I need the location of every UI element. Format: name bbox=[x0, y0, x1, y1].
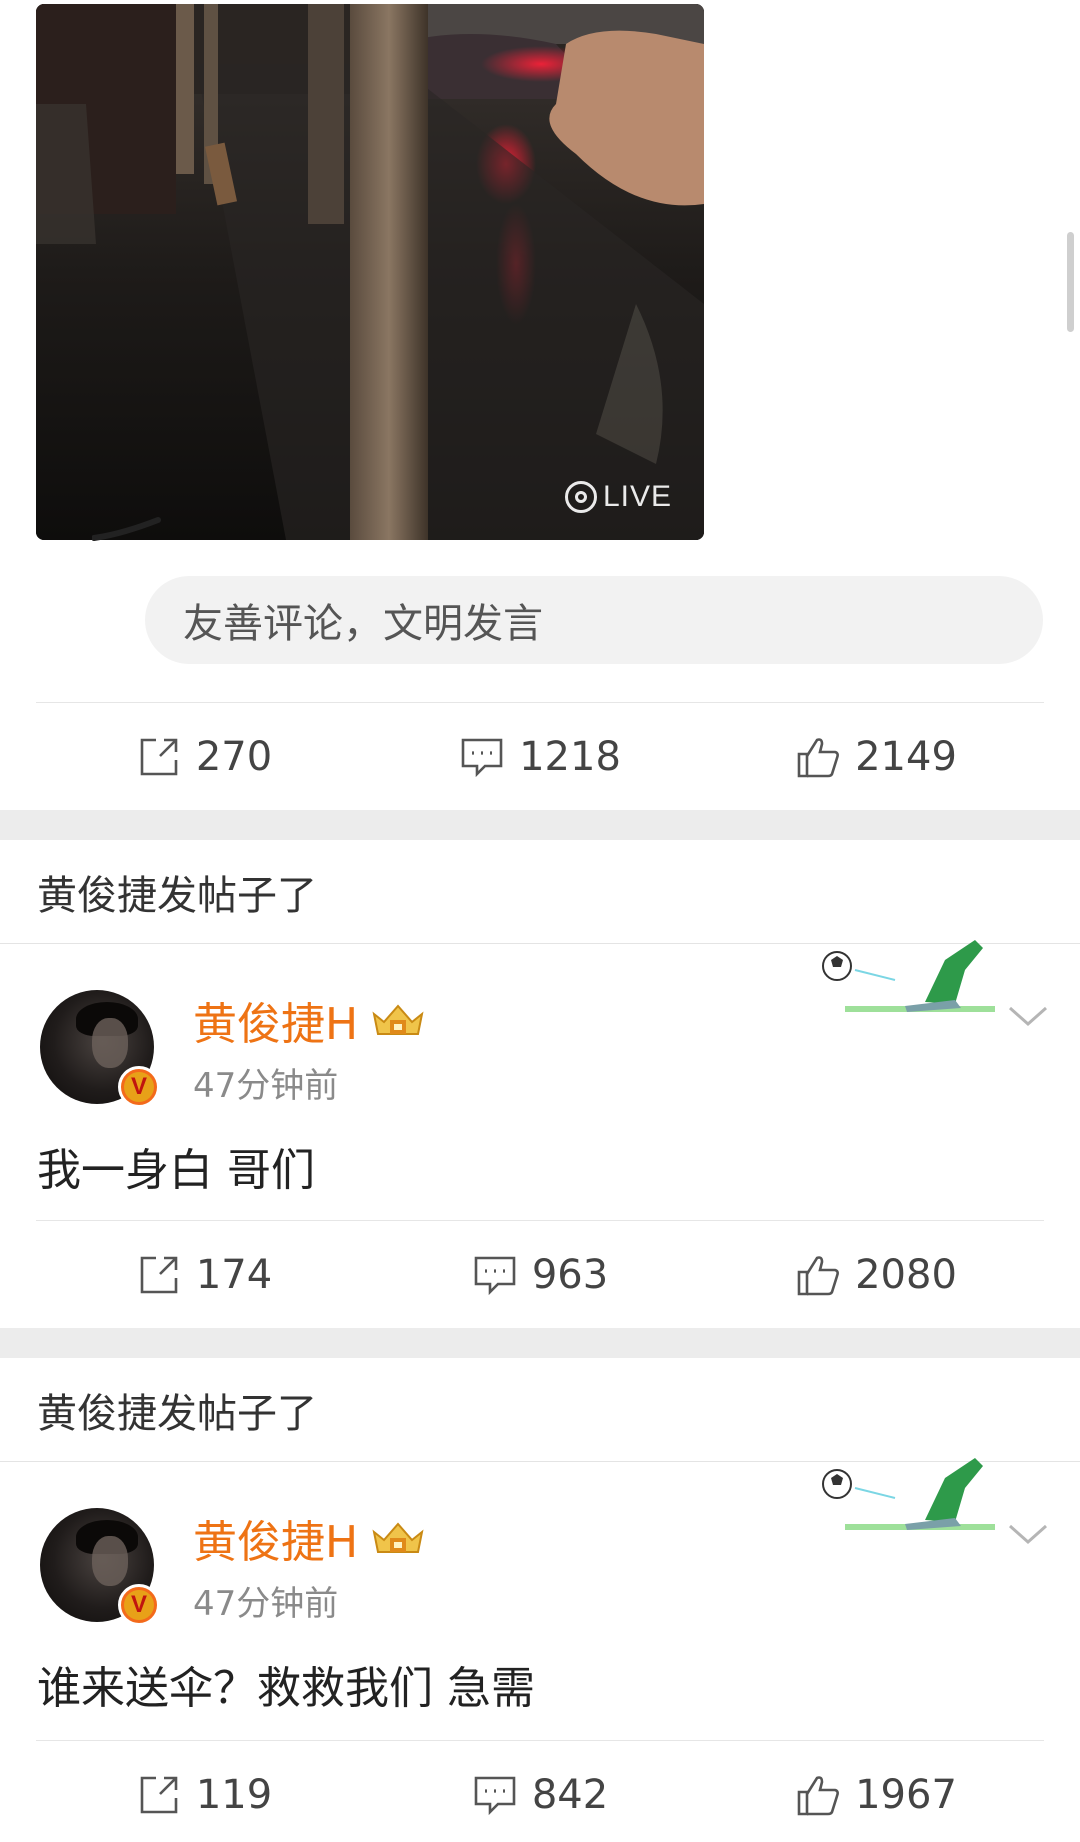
post-menu-button[interactable] bbox=[1008, 1004, 1048, 1044]
post-time: 47分钟前 bbox=[193, 1584, 339, 1624]
action-bar: 174 963 2080 bbox=[36, 1220, 1044, 1328]
post-header: 黄俊捷发帖子了 bbox=[0, 840, 1080, 944]
photo-image bbox=[36, 4, 704, 540]
football-decoration-icon bbox=[822, 940, 995, 1012]
comment-count: 842 bbox=[531, 1771, 609, 1818]
repost-count: 174 bbox=[195, 1251, 273, 1298]
like-count: 2149 bbox=[855, 733, 957, 780]
scrollbar[interactable] bbox=[1067, 232, 1074, 332]
section-divider bbox=[0, 1328, 1080, 1358]
username[interactable]: 黄俊捷H bbox=[193, 1506, 426, 1570]
comment-button[interactable]: 963 bbox=[372, 1252, 708, 1298]
football-decoration-icon bbox=[822, 1458, 995, 1530]
like-icon bbox=[797, 1775, 840, 1815]
repost-icon bbox=[140, 738, 178, 775]
repost-button[interactable]: 174 bbox=[36, 1252, 372, 1298]
comment-button[interactable]: 1218 bbox=[372, 734, 708, 780]
comment-placeholder: 友善评论，文明发言 bbox=[183, 601, 543, 647]
username[interactable]: 黄俊捷H bbox=[193, 988, 426, 1052]
chevron-down-icon bbox=[1009, 1524, 1047, 1545]
like-icon bbox=[797, 737, 840, 777]
like-icon bbox=[797, 1255, 840, 1295]
like-button[interactable]: 2149 bbox=[708, 734, 1044, 780]
repost-button[interactable]: 270 bbox=[36, 734, 372, 780]
post-text: 我一身白 哥们 bbox=[37, 1145, 315, 1196]
crown-icon bbox=[372, 1522, 424, 1553]
repost-button[interactable]: 119 bbox=[36, 1772, 372, 1818]
live-label: LIVE bbox=[602, 480, 672, 513]
repost-icon bbox=[140, 1776, 178, 1813]
like-button[interactable]: 2080 bbox=[708, 1252, 1044, 1298]
section-divider bbox=[0, 810, 1080, 840]
repost-count: 119 bbox=[195, 1771, 273, 1818]
like-button[interactable]: 1967 bbox=[708, 1772, 1044, 1818]
username-text: 黄俊捷H bbox=[193, 1517, 359, 1568]
like-count: 2080 bbox=[855, 1251, 957, 1298]
post-menu-button[interactable] bbox=[1008, 1522, 1048, 1562]
comment-count: 1218 bbox=[519, 733, 621, 780]
chevron-down-icon bbox=[1009, 1006, 1047, 1027]
comment-input[interactable]: 友善评论，文明发言 bbox=[145, 576, 1043, 664]
avatar[interactable]: V bbox=[40, 990, 160, 1108]
verified-icon: V bbox=[118, 1066, 160, 1108]
like-count: 1967 bbox=[855, 1771, 957, 1818]
comment-icon bbox=[474, 1776, 516, 1815]
comment-icon bbox=[474, 1256, 516, 1295]
verified-icon: V bbox=[118, 1584, 160, 1626]
avatar[interactable]: V bbox=[40, 1508, 160, 1626]
repost-icon bbox=[140, 1256, 178, 1293]
stroke-mark bbox=[92, 517, 161, 541]
comment-button[interactable]: 842 bbox=[372, 1772, 708, 1818]
post-time: 47分钟前 bbox=[193, 1066, 339, 1106]
post-text: 谁来送伞？救救我们 急需 bbox=[37, 1663, 535, 1714]
live-icon bbox=[564, 481, 597, 513]
live-badge: LIVE bbox=[564, 480, 672, 514]
crown-icon bbox=[372, 1004, 424, 1035]
post-header: 黄俊捷发帖子了 bbox=[0, 1358, 1080, 1462]
repost-count: 270 bbox=[195, 733, 273, 780]
comment-count: 963 bbox=[531, 1251, 609, 1298]
post-header-text: 黄俊捷发帖子了 bbox=[37, 872, 317, 919]
post-header-text: 黄俊捷发帖子了 bbox=[37, 1390, 317, 1437]
action-bar: 270 1218 2149 bbox=[36, 702, 1044, 810]
username-text: 黄俊捷H bbox=[193, 999, 359, 1050]
comment-icon bbox=[461, 738, 503, 777]
action-bar: 119 842 1967 bbox=[36, 1740, 1044, 1842]
post-photo[interactable]: LIVE bbox=[36, 4, 704, 540]
